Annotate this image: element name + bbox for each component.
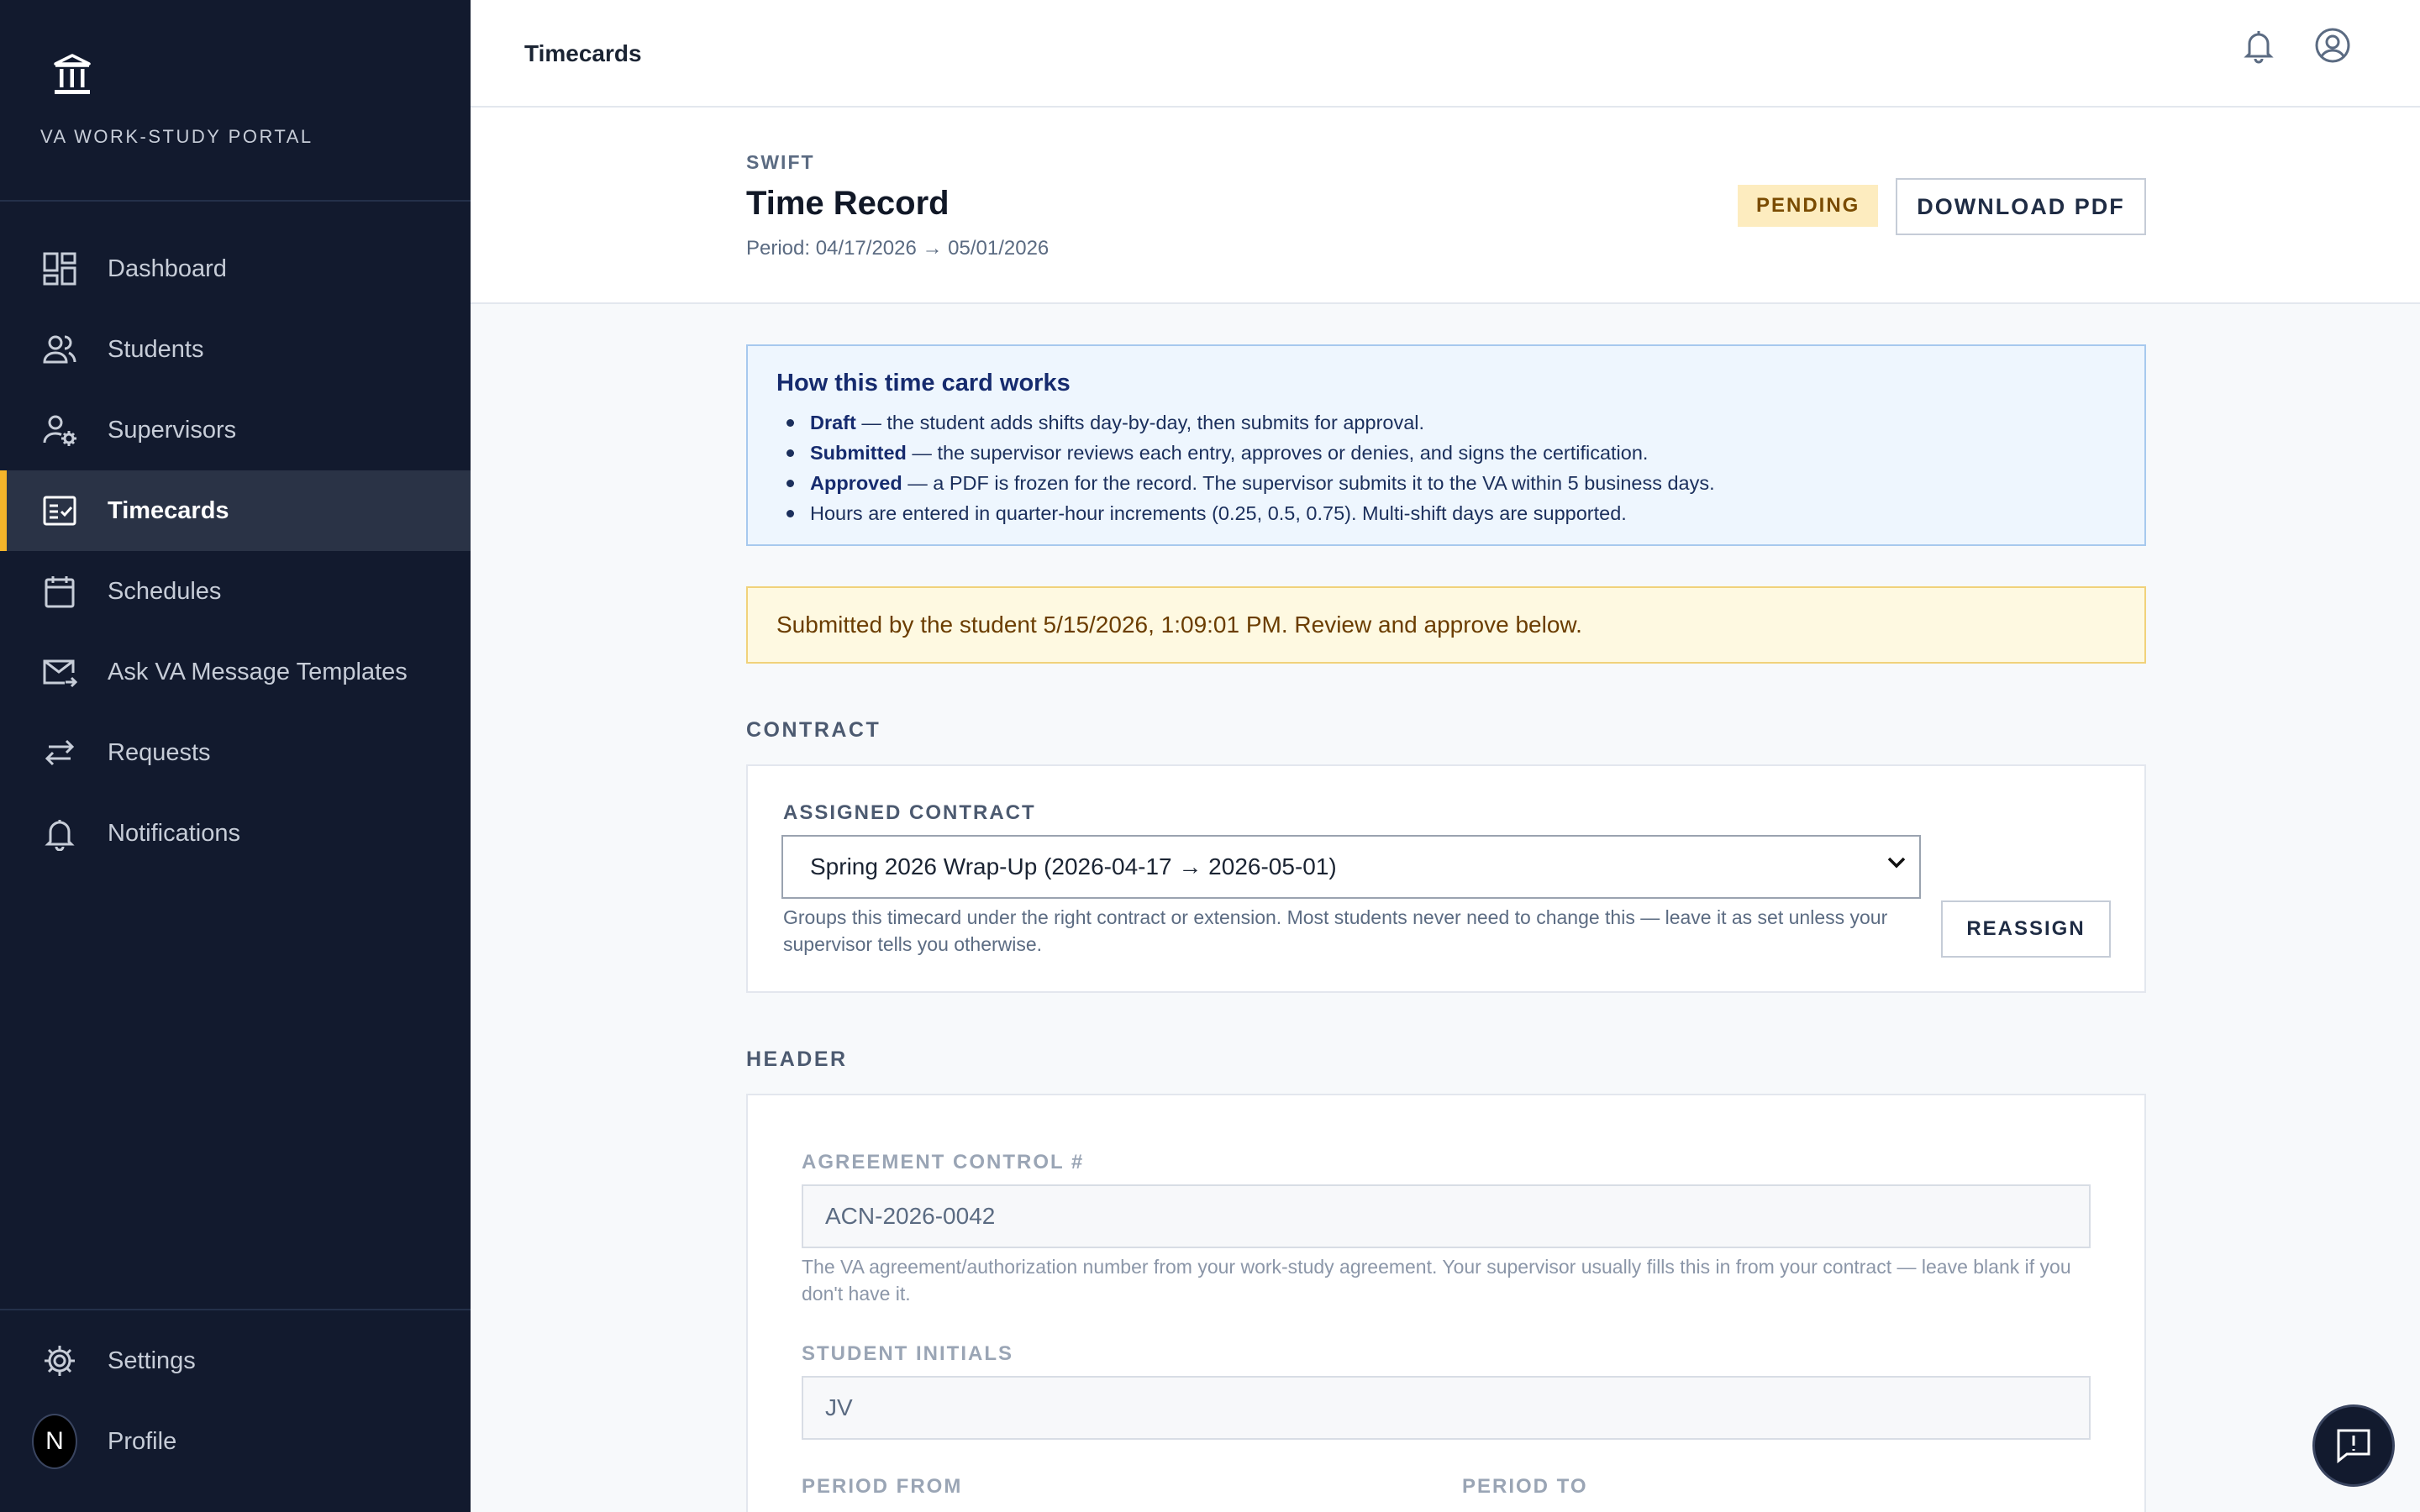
download-pdf-button[interactable]: DOWNLOAD PDF bbox=[1896, 178, 2146, 235]
sidebar-item-label: Ask VA Message Templates bbox=[108, 658, 408, 685]
calendar-icon bbox=[42, 574, 77, 609]
chat-button[interactable] bbox=[2312, 1404, 2395, 1487]
sidebar-item-timecards[interactable]: Timecards bbox=[0, 470, 471, 551]
header-section-label: HEADER bbox=[746, 1047, 848, 1071]
sidebar-item-label: Profile bbox=[108, 1427, 177, 1455]
bell-icon[interactable] bbox=[2240, 27, 2277, 64]
reassign-button[interactable]: REASSIGN bbox=[1941, 900, 2111, 958]
agreement-control-field[interactable]: ACN-2026-0042 bbox=[802, 1184, 2091, 1248]
timecards-icon bbox=[42, 493, 77, 528]
sidebar: VA WORK-STUDY PORTAL Dashboard Students … bbox=[0, 0, 471, 1512]
sidebar-item-label: Students bbox=[108, 335, 204, 363]
info-box: How this time card works Draft — the stu… bbox=[746, 344, 2146, 546]
page-title: Time Record bbox=[746, 185, 950, 222]
sidebar-item-label: Settings bbox=[108, 1347, 196, 1374]
sidebar-item-label: Schedules bbox=[108, 577, 222, 605]
assigned-contract-label: ASSIGNED CONTRACT bbox=[783, 801, 1036, 824]
contract-section-label: CONTRACT bbox=[746, 718, 881, 742]
topbar-title: Timecards bbox=[524, 40, 642, 66]
institution-icon bbox=[54, 54, 91, 94]
info-item: Hours are entered in quarter-hour increm… bbox=[776, 498, 2116, 528]
brand: VA WORK-STUDY PORTAL bbox=[0, 0, 471, 202]
period-range: Period: 04/17/2026 → 05/01/2026 bbox=[746, 237, 1050, 260]
contract-card: ASSIGNED CONTRACT Spring 2026 Wrap-Up (2… bbox=[746, 764, 2146, 993]
sidebar-footer: Settings N Profile bbox=[0, 1309, 471, 1482]
page-header: SWIFT Time Record Period: 04/17/2026 → 0… bbox=[471, 108, 2420, 304]
mail-icon bbox=[42, 654, 77, 690]
students-icon bbox=[42, 332, 77, 367]
supervisors-icon bbox=[42, 412, 77, 448]
agreement-control-help: The VA agreement/authorization number fr… bbox=[802, 1256, 2071, 1305]
contract-select[interactable]: Spring 2026 Wrap-Up (2026-04-17 → 2026-0… bbox=[781, 835, 1921, 899]
sidebar-item-label: Supervisors bbox=[108, 416, 237, 444]
avatar-letter: N bbox=[32, 1414, 77, 1469]
chevron-down-icon bbox=[1887, 857, 1906, 869]
sidebar-item-profile[interactable]: N Profile bbox=[0, 1401, 471, 1482]
period-to-label: PERIOD TO bbox=[1462, 1475, 1588, 1498]
brand-name: VA WORK-STUDY PORTAL bbox=[40, 126, 313, 147]
sidebar-item-settings[interactable]: Settings bbox=[0, 1320, 471, 1401]
swap-arrows-icon bbox=[42, 735, 77, 770]
sidebar-item-label: Timecards bbox=[108, 496, 229, 524]
student-initials-label: STUDENT INITIALS bbox=[802, 1342, 1013, 1365]
sidebar-item-ask-va-message-templates[interactable]: Ask VA Message Templates bbox=[0, 632, 471, 712]
submission-notice: Submitted by the student 5/15/2026, 1:09… bbox=[746, 586, 2146, 664]
dashboard-icon bbox=[42, 251, 77, 286]
contract-select-value: Spring 2026 Wrap-Up (2026-04-17 → 2026-0… bbox=[810, 853, 1337, 879]
info-list: Draft — the student adds shifts day-by-d… bbox=[776, 407, 2116, 528]
sidebar-item-label: Notifications bbox=[108, 819, 240, 847]
sidebar-item-requests[interactable]: Requests bbox=[0, 712, 471, 793]
sidebar-item-students[interactable]: Students bbox=[0, 309, 471, 390]
sidebar-item-supervisors[interactable]: Supervisors bbox=[0, 390, 471, 470]
student-initials-field[interactable]: JV bbox=[802, 1376, 2091, 1440]
header-card: AGREEMENT CONTROL # ACN-2026-0042 The VA… bbox=[746, 1094, 2146, 1512]
agreement-control-label: AGREEMENT CONTROL # bbox=[802, 1151, 1085, 1173]
gear-icon bbox=[42, 1343, 77, 1378]
sidebar-item-label: Dashboard bbox=[108, 255, 227, 282]
sidebar-item-notifications[interactable]: Notifications bbox=[0, 793, 471, 874]
info-item: Approved — a PDF is frozen for the recor… bbox=[776, 468, 2116, 498]
sidebar-item-schedules[interactable]: Schedules bbox=[0, 551, 471, 632]
contract-help: Groups this timecard under the right con… bbox=[783, 906, 1888, 955]
info-title: How this time card works bbox=[776, 370, 1071, 396]
sidebar-item-label: Requests bbox=[108, 738, 211, 766]
account-icon[interactable] bbox=[2314, 27, 2351, 64]
info-item: Submitted — the supervisor reviews each … bbox=[776, 438, 2116, 468]
info-item: Draft — the student adds shifts day-by-d… bbox=[776, 407, 2116, 438]
sidebar-item-dashboard[interactable]: Dashboard bbox=[0, 228, 471, 309]
bell-icon bbox=[42, 816, 77, 851]
sidebar-nav: Dashboard Students Supervisors Timecards… bbox=[0, 228, 471, 874]
avatar: N bbox=[32, 1414, 77, 1469]
topbar: Timecards bbox=[471, 0, 2420, 108]
status-badge: PENDING bbox=[1738, 185, 1879, 227]
period-from-label: PERIOD FROM bbox=[802, 1475, 963, 1498]
chat-icon bbox=[2337, 1429, 2370, 1464]
student-name: SWIFT bbox=[746, 151, 815, 173]
